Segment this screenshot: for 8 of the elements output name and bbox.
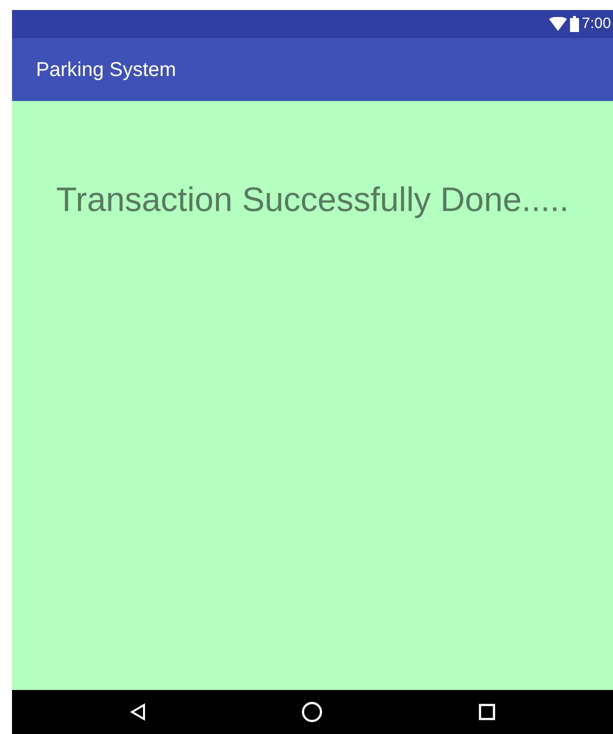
battery-icon bbox=[570, 16, 579, 32]
back-icon[interactable] bbox=[129, 703, 148, 721]
status-time: 7:00 bbox=[582, 14, 611, 34]
recents-icon[interactable] bbox=[478, 703, 496, 721]
home-icon[interactable] bbox=[301, 701, 324, 723]
app-title: Parking System bbox=[36, 58, 176, 82]
wifi-icon bbox=[548, 17, 567, 31]
message-text: Transaction Successfully Done..... bbox=[55, 180, 570, 221]
